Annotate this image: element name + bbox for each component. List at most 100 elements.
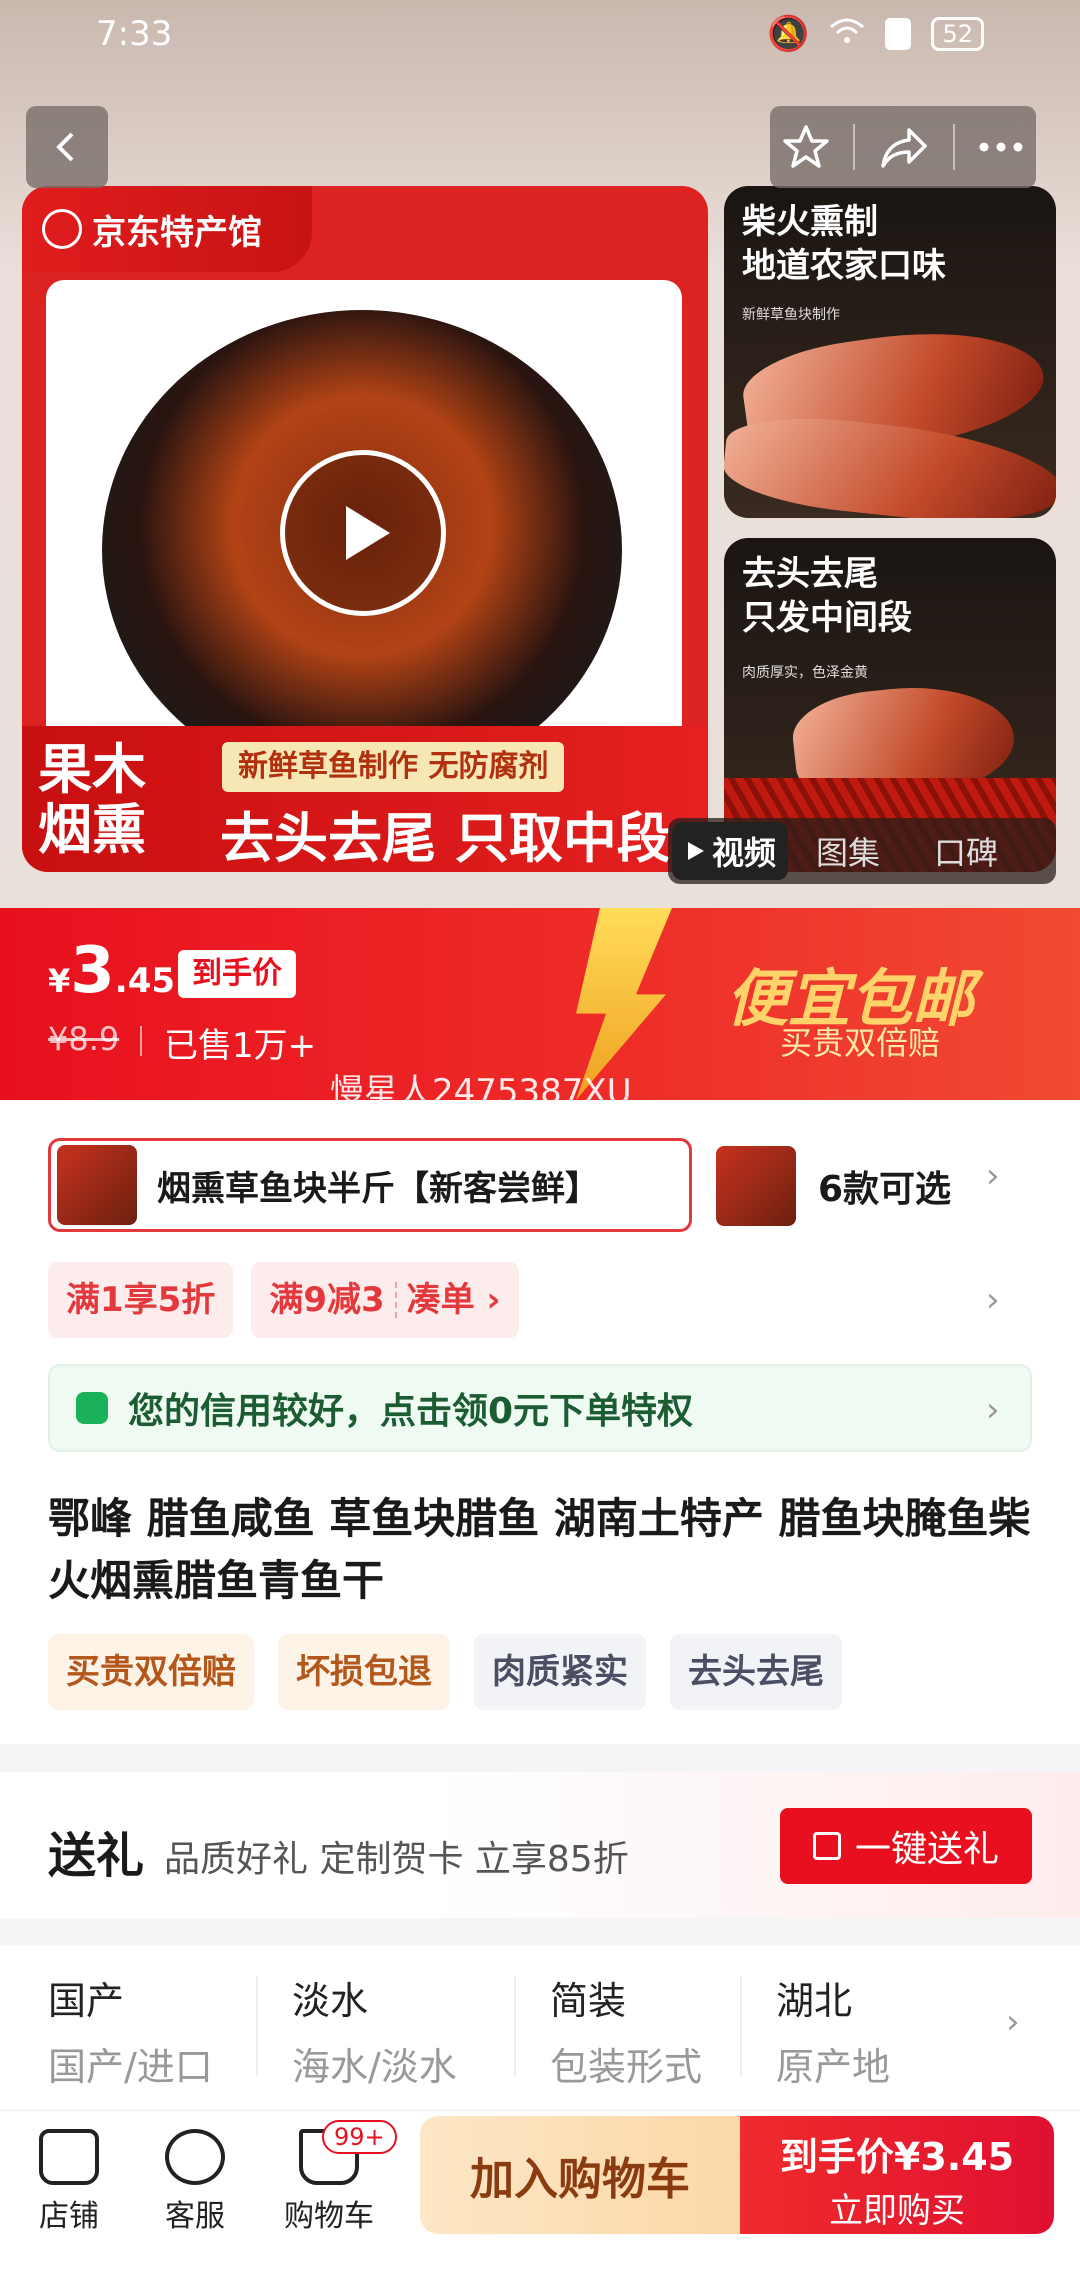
brand-logo-icon [42,209,82,249]
hand-price-tag: 到手价 [178,950,296,998]
side2-title-line1: 去头去尾 [742,554,878,594]
share-icon[interactable] [879,124,929,170]
selected-variant[interactable]: 烟熏草鱼块半斤【新客尝鲜】 [48,1138,692,1232]
chevron-right-icon[interactable]: › [1006,2002,1020,2042]
promo-chip-reduce[interactable]: 满9减3 凑单 › [251,1262,519,1338]
side2-title: 去头去尾 只发中间段 [742,552,912,640]
promo-main-text: 去头去尾 只取中段 [220,807,671,870]
side-image-1[interactable]: 柴火熏制 地道农家口味 新鲜草鱼块制作 [724,186,1056,518]
tag-firm-meat: 肉质紧实 [474,1634,646,1710]
chevron-right-icon[interactable]: › [986,1156,1000,1196]
side1-small-text: 新鲜草鱼块制作 [742,307,840,323]
promo-chip-addon: 凑单 › [406,1280,501,1320]
divider [514,1976,516,2076]
service-label: 客服 [165,2199,225,2234]
spec-row[interactable]: 国产 国产/进口 淡水 海水/淡水 简装 包装形式 湖北 原产地 › [0,1946,1080,2110]
gift-subtitle: 品质好礼 定制贺卡 立享85折 [164,1839,629,1880]
fish-piece-image [724,408,1056,518]
divider [740,1976,742,2076]
price-int: 3 [70,934,115,1008]
current-price: ¥ 3 .45 [48,934,175,1008]
status-bar: 7:33 🔕 52 [0,0,1080,72]
status-icons: 🔕 52 [767,14,984,54]
spec-value: 湖北 [776,1979,853,2023]
chevron-right-icon[interactable]: › [986,1280,1000,1320]
side1-title: 柴火熏制 地道农家口味 [742,200,946,288]
wifi-icon [829,14,865,54]
main-product-image[interactable]: 京东特产馆 果木 烟熏 新鲜草鱼制作 无防腐剂 去头去尾 只取中段 [22,186,708,872]
buy-now-button[interactable]: 到手价¥3.45 立即购买 [740,2116,1054,2234]
mute-icon: 🔕 [767,14,810,54]
promo-chip-discount[interactable]: 满1享5折 [48,1262,234,1338]
buy-now-label: 立即购买 [829,2191,965,2231]
promo-left-line2: 烟熏 [38,798,146,861]
add-to-cart-button[interactable]: 加入购物车 [420,2116,740,2234]
shop-label: 店铺 [39,2199,99,2234]
side1-title-line2: 地道农家口味 [742,246,946,286]
spec-value: 国产 [48,1979,125,2023]
spec-key: 原产地 [776,2045,891,2089]
tab-gallery[interactable]: 图集 [816,828,880,874]
variant-thumbnail [57,1145,137,1225]
more-icon[interactable] [978,141,1024,153]
gift-icon [812,1832,841,1860]
chevron-right-icon[interactable]: › [986,1390,1000,1430]
back-button[interactable] [26,106,108,188]
product-gallery[interactable]: 京东特产馆 果木 烟熏 新鲜草鱼制作 无防腐剂 去头去尾 只取中段 柴火熏制 地… [0,0,1080,908]
spec-value: 淡水 [292,1979,369,2023]
side2-small-text: 肉质厚实，色泽金黄 [742,665,868,681]
spec-place-of-origin: 湖北 原产地 [776,1946,976,2110]
promo-subtitle: 新鲜草鱼制作 无防腐剂 [222,742,565,792]
product-title: 鄂峰 腊鱼咸鱼 草鱼块腊鱼 湖南土特产 腊鱼块腌鱼柴火烟熏腊鱼青鱼干 [48,1494,1031,1605]
send-gift-button[interactable]: 一键送礼 [780,1808,1032,1884]
status-time: 7:33 [96,14,173,54]
store-icon [39,2129,99,2185]
promo-chip-reduce-label: 满9减3 [269,1280,385,1320]
original-price: ¥8.9 [48,1020,120,1058]
spec-key: 海水/淡水 [292,2045,457,2089]
alert-icon [885,18,912,50]
spec-package: 简装 包装形式 [550,1946,742,2110]
slogan-sub: 买贵双倍赔 [780,1024,941,1062]
promo-left-line1: 果木 [38,738,146,801]
price-currency: ¥ [48,962,71,1000]
credit-text: 您的信用较好，点击领0元下单特权 [128,1391,694,1432]
spec-value: 简装 [550,1979,627,2023]
feature-tags: 买贵双倍赔 坏损包退 肉质紧实 去头去尾 [48,1634,842,1710]
variant-count[interactable]: 6款可选 [818,1160,951,1212]
tab-reviews[interactable]: 口碑 [934,828,998,874]
battery-icon: 52 [931,17,984,51]
shop-button[interactable]: 店铺 [14,2119,124,2235]
cart-badge: 99+ [322,2120,397,2154]
side2-title-line2: 只发中间段 [742,598,912,638]
brand-badge: 京东特产馆 [22,186,312,272]
spec-key: 包装形式 [550,2045,703,2089]
side1-title-line1: 柴火熏制 [742,202,878,242]
divider [140,1026,142,1056]
media-tabs: 视频 图集 口碑 [668,818,1056,884]
tab-video[interactable]: 视频 [672,822,789,880]
price-dec: .45 [114,961,176,1001]
tag-double-compensation: 买贵双倍赔 [48,1634,254,1710]
sold-count: 已售1万+ [164,1026,317,1066]
divider [256,1976,258,2076]
buy-price: 到手价¥3.45 [779,2135,1015,2179]
brand-badge-text: 京东特产馆 [92,212,262,253]
star-icon[interactable] [782,123,830,171]
action-pill [770,106,1036,188]
chevron-left-icon [56,132,74,162]
customer-service-button[interactable]: 客服 [140,2119,250,2235]
chat-icon [165,2129,225,2185]
tab-video-label: 视频 [712,834,777,872]
spec-origin-type: 国产 国产/进口 [48,1946,258,2110]
spec-water-type: 淡水 海水/淡水 [292,1946,516,2110]
variant-thumbnail-2[interactable] [716,1146,796,1226]
divider [952,124,955,170]
spec-key: 国产/进口 [48,2045,213,2089]
send-gift-label: 一键送礼 [854,1829,999,1870]
credit-banner[interactable]: 您的信用较好，点击领0元下单特权 [48,1364,1032,1452]
divider [853,124,856,170]
tag-no-head-tail: 去头去尾 [670,1634,842,1710]
play-video-button[interactable] [280,450,446,616]
play-icon [346,506,390,560]
